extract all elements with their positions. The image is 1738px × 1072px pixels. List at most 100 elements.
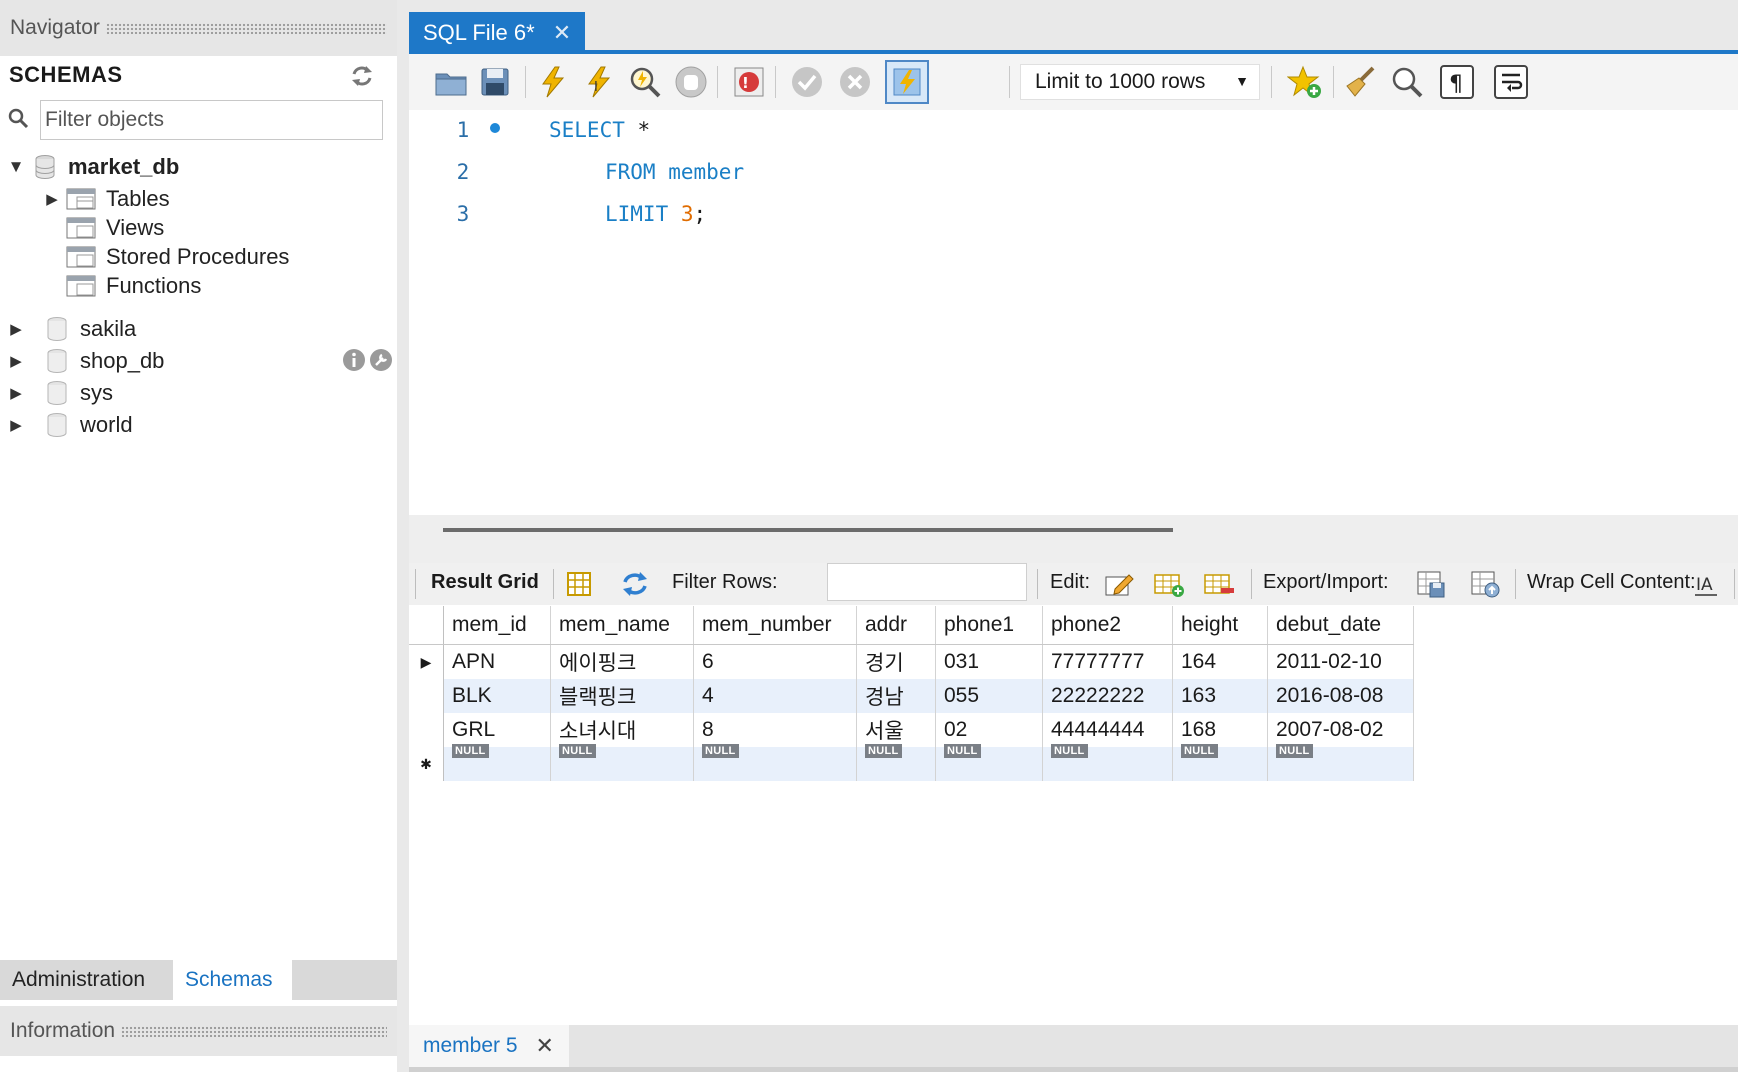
- cell-mem-number[interactable]: 8: [693, 713, 857, 747]
- refresh-schemas-icon[interactable]: [350, 64, 374, 88]
- close-tab-icon[interactable]: ✕: [536, 1033, 554, 1059]
- import-icon[interactable]: [1469, 569, 1501, 599]
- commit-icon[interactable]: [789, 64, 825, 100]
- row-selector-header[interactable]: [409, 606, 444, 645]
- cell-height[interactable]: 163: [1172, 679, 1268, 713]
- tab-administration[interactable]: Administration: [0, 960, 157, 1000]
- result-grid-label[interactable]: Result Grid: [431, 571, 539, 594]
- header-grip[interactable]: [105, 22, 387, 34]
- cell-new[interactable]: NULL: [935, 744, 1043, 781]
- show-invisibles-icon[interactable]: ¶: [1439, 64, 1475, 100]
- tree-item-functions[interactable]: Functions: [66, 271, 201, 301]
- cell-new[interactable]: NULL: [550, 744, 694, 781]
- tree-item-sys[interactable]: ▶ sys: [8, 378, 113, 408]
- tree-item-market-db[interactable]: ▼ market_db: [8, 152, 180, 182]
- tree-item-tables[interactable]: ▶ Tables: [44, 184, 169, 214]
- wrap-lines-icon[interactable]: [1493, 64, 1529, 100]
- editor-splitter[interactable]: [409, 515, 1738, 563]
- cell-addr[interactable]: 경남: [856, 679, 936, 713]
- row-selector[interactable]: [409, 713, 444, 747]
- cell-mem-name[interactable]: 블랙핑크: [550, 679, 694, 713]
- beautify-broom-icon[interactable]: [1343, 64, 1379, 100]
- open-file-icon[interactable]: [433, 64, 469, 100]
- table-row[interactable]: GRL 소녀시대 8 서울 02 44444444 168 2007-08-02: [409, 713, 1414, 747]
- cell-debut-date[interactable]: 2016-08-08: [1267, 679, 1414, 713]
- cell-phone2[interactable]: 77777777: [1042, 644, 1173, 679]
- column-header-height[interactable]: height: [1172, 606, 1268, 645]
- save-file-icon[interactable]: [477, 64, 513, 100]
- code-line-1[interactable]: SELECT *: [549, 118, 650, 142]
- edit-row-icon[interactable]: [1103, 569, 1135, 599]
- cell-new[interactable]: NULL: [443, 744, 551, 781]
- expand-arrow-icon[interactable]: ▶: [8, 321, 24, 338]
- cell-phone1[interactable]: 02: [935, 713, 1043, 747]
- header-grip[interactable]: [121, 1025, 387, 1037]
- limit-rows-select[interactable]: Limit to 1000 rows ▼: [1020, 64, 1260, 100]
- cell-new[interactable]: NULL: [1042, 744, 1173, 781]
- stop-icon[interactable]: [673, 64, 709, 100]
- expand-arrow-icon[interactable]: ▶: [8, 417, 24, 434]
- cell-addr[interactable]: 경기: [856, 644, 936, 679]
- cell-mem-number[interactable]: 4: [693, 679, 857, 713]
- cell-mem-id[interactable]: BLK: [443, 679, 551, 713]
- wrench-icon[interactable]: [369, 348, 393, 372]
- autocommit-toggle-icon[interactable]: [885, 60, 929, 104]
- cell-debut-date[interactable]: 2007-08-02: [1267, 713, 1414, 747]
- row-selector[interactable]: [409, 679, 444, 713]
- new-row-marker-icon[interactable]: ✱: [409, 747, 444, 781]
- cell-addr[interactable]: 서울: [856, 713, 936, 747]
- cell-phone2[interactable]: 44444444: [1042, 713, 1173, 747]
- tab-schemas[interactable]: Schemas: [173, 960, 292, 1000]
- execute-current-statement-icon[interactable]: I: [581, 64, 617, 100]
- cell-phone1[interactable]: 055: [935, 679, 1043, 713]
- cell-new[interactable]: NULL: [856, 744, 936, 781]
- find-replace-icon[interactable]: [1389, 64, 1425, 100]
- grid-view-icon[interactable]: [565, 569, 593, 599]
- column-header-mem-id[interactable]: mem_id: [443, 606, 551, 645]
- expand-arrow-icon[interactable]: ▶: [8, 353, 24, 370]
- close-tab-icon[interactable]: ✕: [553, 20, 571, 46]
- cell-new[interactable]: NULL: [1172, 744, 1268, 781]
- column-header-debut-date[interactable]: debut_date: [1267, 606, 1414, 645]
- tree-item-stored-procedures[interactable]: Stored Procedures: [66, 242, 289, 272]
- export-icon[interactable]: [1415, 569, 1447, 599]
- column-header-phone2[interactable]: phone2: [1042, 606, 1173, 645]
- add-snippet-star-icon[interactable]: [1287, 64, 1323, 100]
- insert-row-icon[interactable]: [1153, 569, 1185, 599]
- tree-item-world[interactable]: ▶ world: [8, 410, 132, 440]
- column-header-mem-number[interactable]: mem_number: [693, 606, 857, 645]
- tree-item-shop-db[interactable]: ▶ shop_db: [8, 346, 164, 376]
- cell-mem-number[interactable]: 6: [693, 644, 857, 679]
- cell-height[interactable]: 164: [1172, 644, 1268, 679]
- tree-item-sakila[interactable]: ▶ sakila: [8, 314, 136, 344]
- info-icon[interactable]: [342, 348, 366, 372]
- tree-item-views[interactable]: Views: [66, 213, 164, 243]
- new-row[interactable]: ✱ NULL NULL NULL NULL NULL NULL NULL NUL…: [409, 744, 1414, 781]
- table-row[interactable]: BLK 블랙핑크 4 경남 055 22222222 163 2016-08-0…: [409, 679, 1414, 713]
- cell-new[interactable]: NULL: [1267, 744, 1414, 781]
- code-line-3[interactable]: LIMIT 3;: [605, 202, 706, 226]
- wrap-cell-icon[interactable]: IA: [1693, 569, 1719, 599]
- column-header-mem-name[interactable]: mem_name: [550, 606, 694, 645]
- cell-mem-name[interactable]: 에이핑크: [550, 644, 694, 679]
- cell-phone1[interactable]: 031: [935, 644, 1043, 679]
- rollback-icon[interactable]: [837, 64, 873, 100]
- column-header-phone1[interactable]: phone1: [935, 606, 1043, 645]
- code-line-2[interactable]: FROM member: [605, 160, 744, 184]
- explain-icon[interactable]: [627, 64, 663, 100]
- expand-arrow-icon[interactable]: ▶: [8, 385, 24, 402]
- cell-debut-date[interactable]: 2011-02-10: [1267, 644, 1414, 679]
- cell-mem-name[interactable]: 소녀시대: [550, 713, 694, 747]
- tab-sql-file[interactable]: SQL File 6* ✕: [409, 12, 585, 54]
- filter-objects-input[interactable]: [40, 100, 383, 140]
- cell-mem-id[interactable]: GRL: [443, 713, 551, 747]
- cell-height[interactable]: 168: [1172, 713, 1268, 747]
- cell-phone2[interactable]: 22222222: [1042, 679, 1173, 713]
- refresh-result-icon[interactable]: [619, 569, 651, 599]
- cell-new[interactable]: NULL: [693, 744, 857, 781]
- expand-toggle-icon[interactable]: ▼: [8, 157, 25, 176]
- current-row-indicator-icon[interactable]: ▶: [409, 644, 444, 679]
- expand-arrow-icon[interactable]: ▶: [44, 191, 60, 208]
- column-header-addr[interactable]: addr: [856, 606, 936, 645]
- cell-mem-id[interactable]: APN: [443, 644, 551, 679]
